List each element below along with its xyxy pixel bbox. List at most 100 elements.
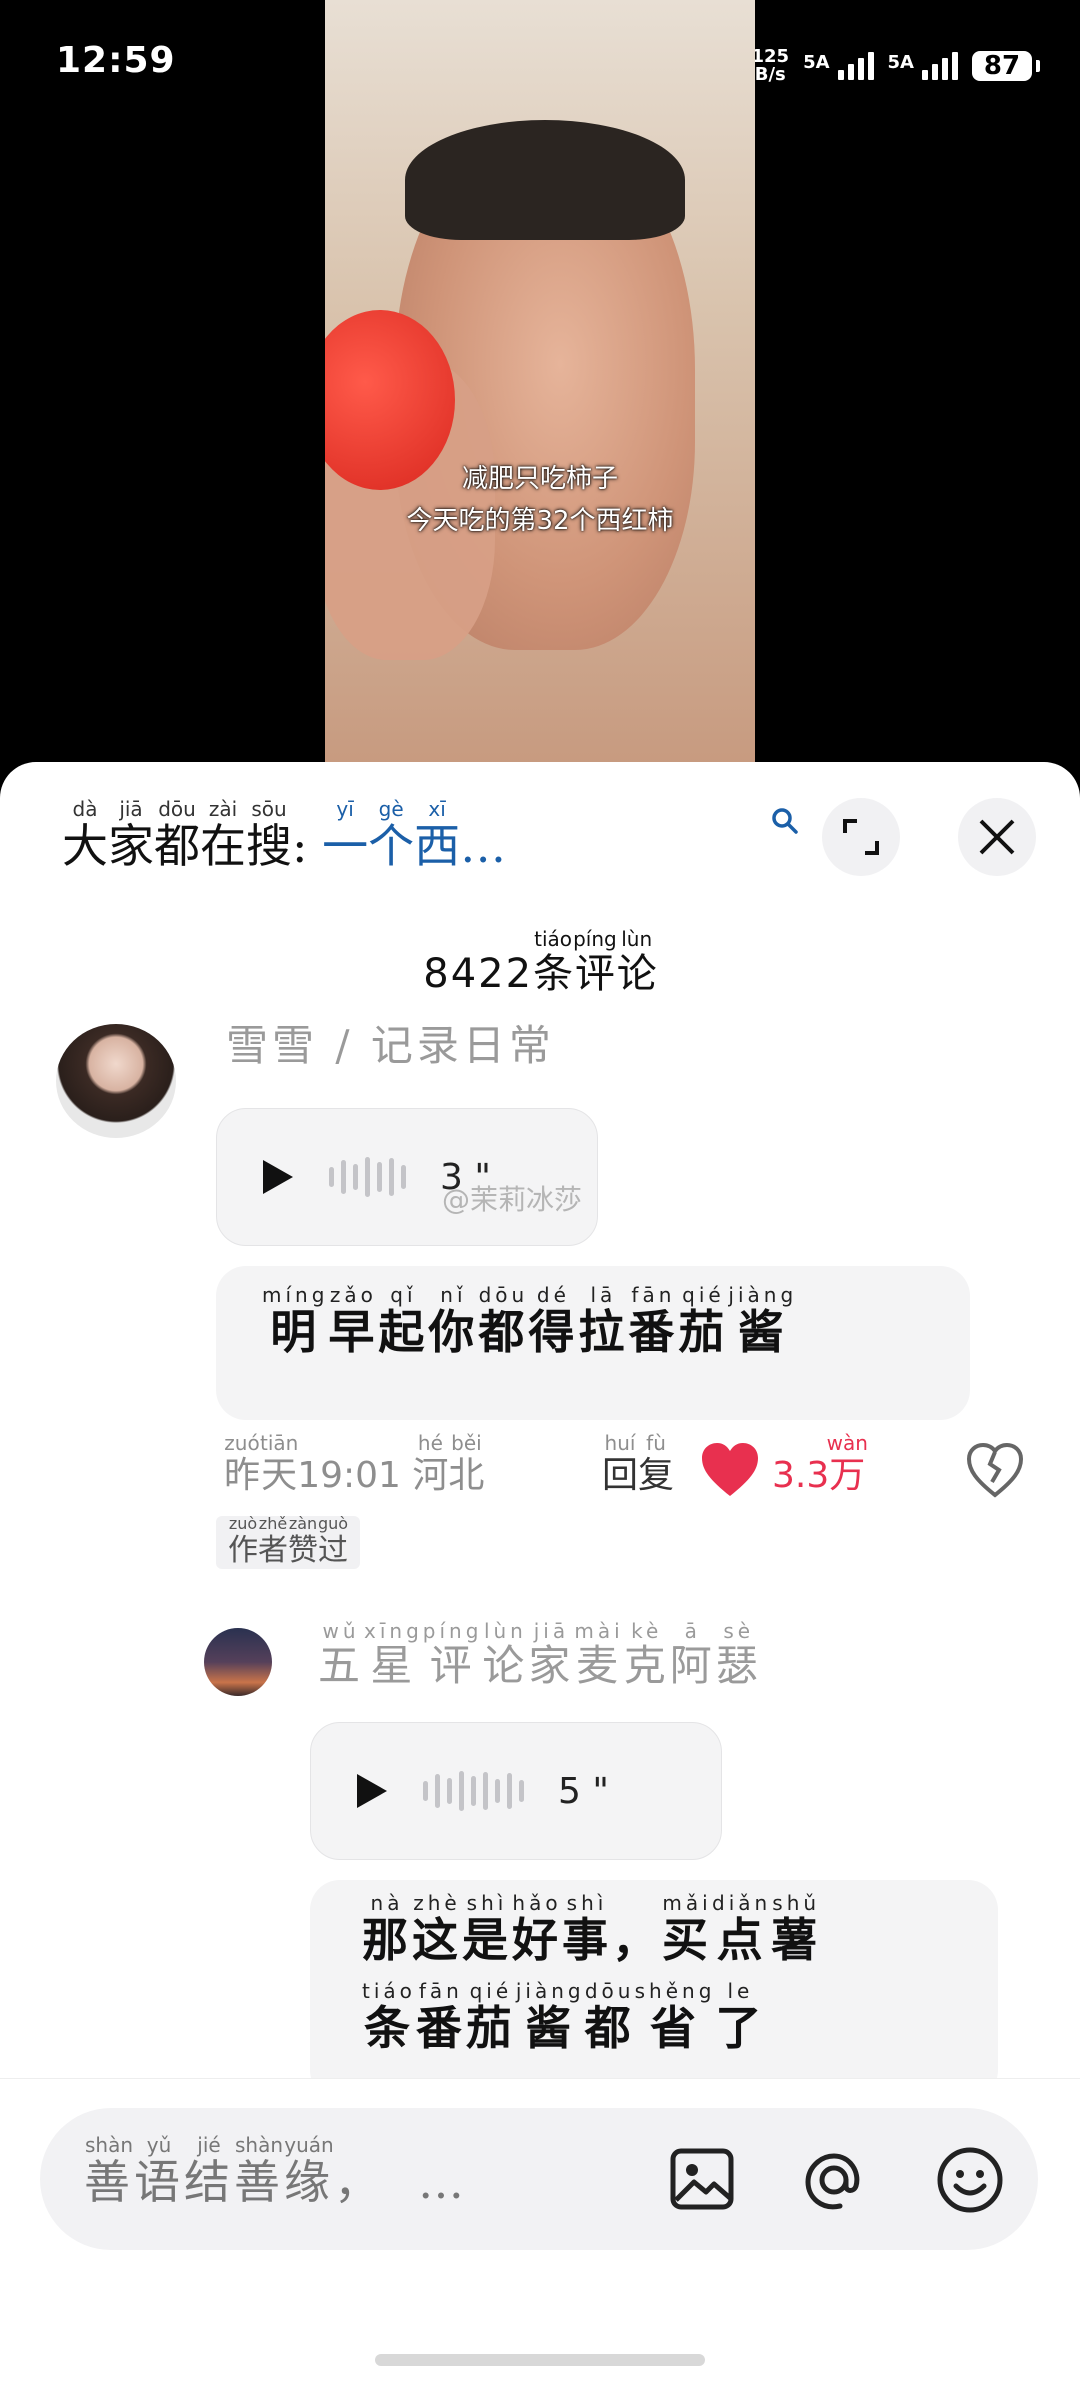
comment-bubble: 明míng早zǎo起qǐ你nǐ都dōu得dé拉lā番fān茄qié酱jiàng (216, 1266, 970, 1420)
comment-text-char: 你nǐ (428, 1283, 479, 1359)
comment-text-line2-char: 番fān (415, 1979, 466, 2055)
dislike-button[interactable] (966, 1442, 1024, 1502)
sim2-label: 5A (887, 52, 914, 73)
close-icon (979, 819, 1015, 855)
author-liked-badge-char: 过guò (318, 1514, 349, 1568)
comment-text-line1-char: 买mǎi (662, 1891, 712, 1967)
battery-icon: 87 (972, 51, 1032, 81)
comment-time-char: 昨zuó (224, 1431, 261, 1496)
reply-button[interactable]: 回huí复fù (602, 1431, 675, 1498)
comment-text-line1-char: 点diǎn (712, 1891, 772, 1967)
comment-text-char: 得dé (528, 1283, 579, 1359)
video-hair (405, 120, 685, 240)
author-liked-badge: 作zuò者zhě赞zàn过guò (216, 1514, 361, 1569)
comment-text-line1-char: 那nà (362, 1891, 412, 1967)
expand-button[interactable] (822, 798, 900, 876)
video-player[interactable]: 减肥只吃柿子 今天吃的第32个西红柿 (325, 0, 755, 770)
comments-label: 条tiáo评píng论lùn (533, 927, 657, 997)
watermark: @茉莉冰莎 (442, 1183, 583, 1216)
search-label: 大dà家jiā都dōu在zài搜sōu (62, 797, 292, 873)
like-button[interactable] (700, 1442, 760, 1502)
comment-time: 昨zuó天tiān (224, 1431, 299, 1496)
comment-text-line2-char: 茄qié (465, 1979, 516, 2055)
comment-text-char: 拉lā (578, 1283, 629, 1359)
video-caption-line1: 减肥只吃柿子 (461, 464, 618, 494)
comment-clock: 19:01 (297, 1455, 401, 1496)
comment-location-char: 北běi (448, 1431, 485, 1496)
like-count-unit-char: 万wàn (826, 1431, 868, 1496)
at-icon[interactable] (800, 2146, 868, 2218)
comment-username[interactable]: 五wǔ星xīng评píng论lùn家jiā麦mài克kè阿ā瑟sè (318, 1619, 762, 1693)
reply-button-char: 回huí (602, 1431, 639, 1496)
comment-username-char: 五wǔ (318, 1619, 365, 1690)
comment-username[interactable]: 雪雪 / 记录日常 (226, 1012, 555, 1073)
comment-text-char: 明míng (262, 1283, 329, 1359)
author-liked-badge-char: 作zuò (228, 1514, 258, 1568)
waveform-icon (423, 1771, 524, 1811)
comments-label-char: 条tiáo (533, 927, 574, 997)
placeholder-text-char: 缘yuán (284, 2133, 334, 2209)
comment-text-line1-char: 薯shǔ (771, 1891, 822, 1967)
comment-username-char: 评píng (422, 1619, 483, 1690)
comment-bubble: 那nà这zhè是shì好hǎo事shì，买mǎi点diǎn薯shǔ 条tiáo番… (310, 1880, 998, 2100)
close-button[interactable] (958, 798, 1036, 876)
search-query-char: 个gè (368, 797, 415, 873)
play-icon (357, 1774, 387, 1808)
search-query[interactable]: 一yī个gè西xī (322, 797, 460, 873)
comment-text-line1-char: 是shì (462, 1891, 512, 1967)
voice-message[interactable]: 5 " (310, 1722, 722, 1860)
search-label-char: 都dōu (154, 797, 200, 873)
comments-count-title: 8422条tiáo评píng论lùn (0, 927, 1080, 999)
search-icon[interactable] (770, 806, 800, 840)
net-speed-unit: B/s (754, 64, 786, 85)
trending-search-bar[interactable]: 大dà家jiā都dōu在zài搜sōu: 一yī个gè西xī… (62, 797, 507, 876)
play-icon (263, 1160, 293, 1194)
like-count-unit: 万wàn (826, 1431, 868, 1496)
placeholder-text-punct: ， (334, 2155, 384, 2209)
voice-message[interactable]: 3 " (216, 1108, 598, 1246)
placeholder-text-char: 善shàn (84, 2133, 134, 2209)
sim1-label: 5A (803, 52, 830, 73)
comment-text-char: 茄qié (678, 1283, 729, 1359)
signal-icon: 5A (803, 52, 874, 80)
comments-label-char: 论lùn (616, 927, 657, 997)
reply-button-char: 复fù (638, 1431, 675, 1496)
placeholder-text-char: 语yǔ (134, 2133, 184, 2209)
comment-input-placeholder: 善shàn语yǔ结jié善shàn缘yuán，… (84, 2133, 468, 2212)
comment-text-line2: 条tiáo番fān茄qié酱jiàng都dōu省shěng了le (362, 1979, 765, 2072)
author-liked-badge-char: 赞zàn (288, 1514, 318, 1568)
comment-text-line2-char: 都dōu (584, 1979, 635, 2055)
emoji-icon[interactable] (936, 2146, 1004, 2218)
comment-text-char: 早zǎo (328, 1283, 379, 1359)
comment-meta: 昨zuó天tiān19:01 河hé北běi (224, 1431, 485, 1498)
status-time: 12:59 (56, 40, 176, 81)
search-colon: : (292, 819, 308, 873)
comment-time-char: 天tiān (260, 1431, 299, 1496)
broken-heart-icon (966, 1442, 1024, 1498)
comment-username-char: 论lùn (482, 1619, 529, 1690)
comment-text-char: 酱jiàng (728, 1283, 798, 1359)
image-icon[interactable] (670, 2148, 734, 2214)
status-icons: 125 B/s 5A 5A 87 (751, 44, 1040, 88)
search-ellipsis: … (460, 819, 507, 873)
comment-username-char: 麦mài (574, 1619, 624, 1690)
comment-location-char: 河hé (412, 1431, 449, 1496)
battery-tip (1036, 60, 1040, 72)
comment-text: 明míng早zǎo起qǐ你nǐ都dōu得dé拉lā番fān茄qié酱jiàng (262, 1283, 798, 1376)
comment-username-char: 克kè (623, 1619, 670, 1690)
comments-count: 8422 (423, 951, 534, 997)
comment-text-line2-char: 条tiáo (362, 1979, 416, 2055)
voice-duration: 5 " (558, 1770, 609, 1812)
comment-text-line1-char: 好hǎo (512, 1891, 562, 1967)
comment-username-char: 阿ā (669, 1619, 716, 1690)
comments-label-char: 评píng (573, 927, 617, 997)
author-liked-badge-char: 者zhě (258, 1514, 288, 1568)
home-indicator[interactable] (375, 2354, 705, 2366)
comment-location: 河hé北běi (412, 1431, 485, 1496)
comment-username-char: 家jiā (528, 1619, 575, 1690)
avatar[interactable] (56, 1024, 176, 1138)
signal-icon-2: 5A (888, 52, 958, 80)
placeholder-text-char: 结jié (184, 2133, 234, 2209)
video-caption-line2: 今天吃的第32个西红柿 (406, 506, 674, 536)
avatar[interactable] (204, 1628, 272, 1696)
